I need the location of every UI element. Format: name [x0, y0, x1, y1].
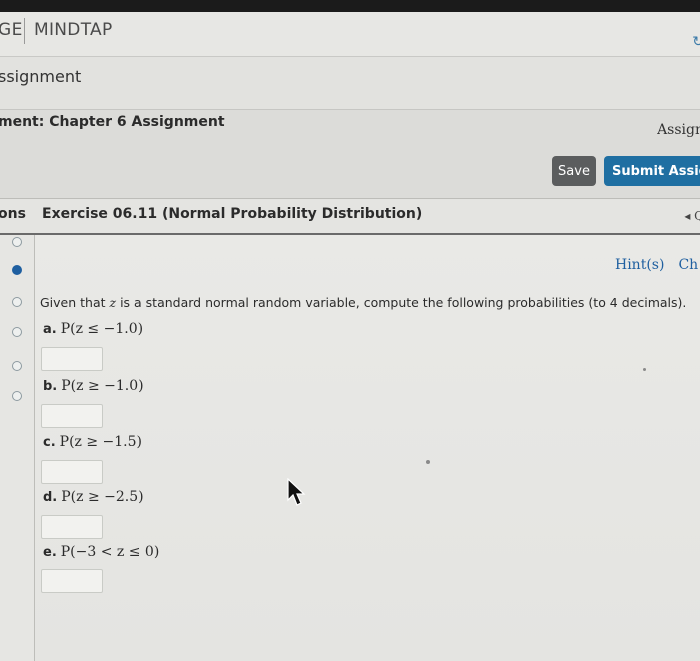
question-radio-2-selected[interactable] — [12, 265, 22, 275]
question-header: ons Exercise 06.11 (Normal Probability D… — [0, 199, 700, 233]
part-c: c. P(z ≥ −1.5) — [43, 434, 142, 450]
part-expression: P(z ≥ −2.5) — [61, 489, 144, 505]
part-d: d. P(z ≥ −2.5) — [43, 489, 144, 505]
part-label: e. — [43, 545, 57, 560]
brand-logo-partial: GE — [0, 20, 23, 40]
questions-label: ons — [0, 206, 26, 222]
answer-input-b[interactable] — [41, 404, 103, 428]
question-prompt: Given that z is a standard normal random… — [40, 295, 687, 310]
part-b: b. P(z ≥ −1.0) — [43, 378, 144, 394]
question-content: Hint(s) Ch Given that z is a standard nor… — [35, 235, 700, 661]
hints-link[interactable]: Hint(s) — [615, 257, 664, 273]
part-label: c. — [43, 435, 56, 450]
mouse-cursor-icon — [287, 478, 306, 506]
answer-input-c[interactable] — [41, 460, 103, 484]
part-label: a. — [43, 322, 57, 337]
chapter-title: ment: Chapter 6 Assignment — [0, 114, 225, 130]
exercise-title: Exercise 06.11 (Normal Probability Distr… — [42, 206, 423, 222]
answer-input-e[interactable] — [41, 569, 103, 593]
part-expression: P(z ≥ −1.5) — [59, 434, 143, 450]
part-expression: P(z ≥ −1.0) — [61, 378, 144, 394]
part-expression: P(−3 < z ≤ 0) — [60, 544, 160, 560]
screen-speck — [426, 460, 430, 464]
part-label: d. — [43, 490, 58, 505]
question-list-sidebar — [0, 235, 35, 661]
submit-assignment-button[interactable]: Submit Assignm — [604, 156, 700, 186]
question-radio-6[interactable] — [12, 391, 22, 401]
brand-separator — [24, 18, 25, 44]
answer-input-a[interactable] — [41, 347, 103, 371]
check-link[interactable]: Ch — [678, 257, 698, 273]
part-a: a. P(z ≤ −1.0) — [43, 321, 143, 337]
chapter-bar: ment: Chapter 6 Assignment Assign Save S… — [0, 110, 700, 199]
assignment-bar: ssignment — [0, 57, 700, 110]
assignment-info-link[interactable]: Assign — [657, 122, 700, 138]
answer-input-d[interactable] — [41, 515, 103, 539]
refresh-icon[interactable]: ↻ — [692, 34, 700, 50]
part-label: b. — [43, 379, 58, 394]
question-radio-4[interactable] — [12, 327, 22, 337]
part-expression: P(z ≤ −1.0) — [60, 321, 144, 337]
question-radio-1[interactable] — [12, 237, 22, 247]
question-radio-5[interactable] — [12, 361, 22, 371]
screen-speck — [643, 368, 646, 371]
save-button[interactable]: Save — [552, 156, 596, 186]
brand-bar: GE MINDTAP ↻ — [0, 12, 700, 57]
part-e: e. P(−3 < z ≤ 0) — [43, 544, 159, 560]
hint-row: Hint(s) Ch — [615, 257, 698, 273]
question-radio-3[interactable] — [12, 297, 22, 307]
assignment-title: ssignment — [0, 67, 82, 86]
brand-mindtap[interactable]: MINDTAP — [34, 20, 113, 40]
question-nav[interactable]: ◂ Q — [684, 209, 700, 223]
